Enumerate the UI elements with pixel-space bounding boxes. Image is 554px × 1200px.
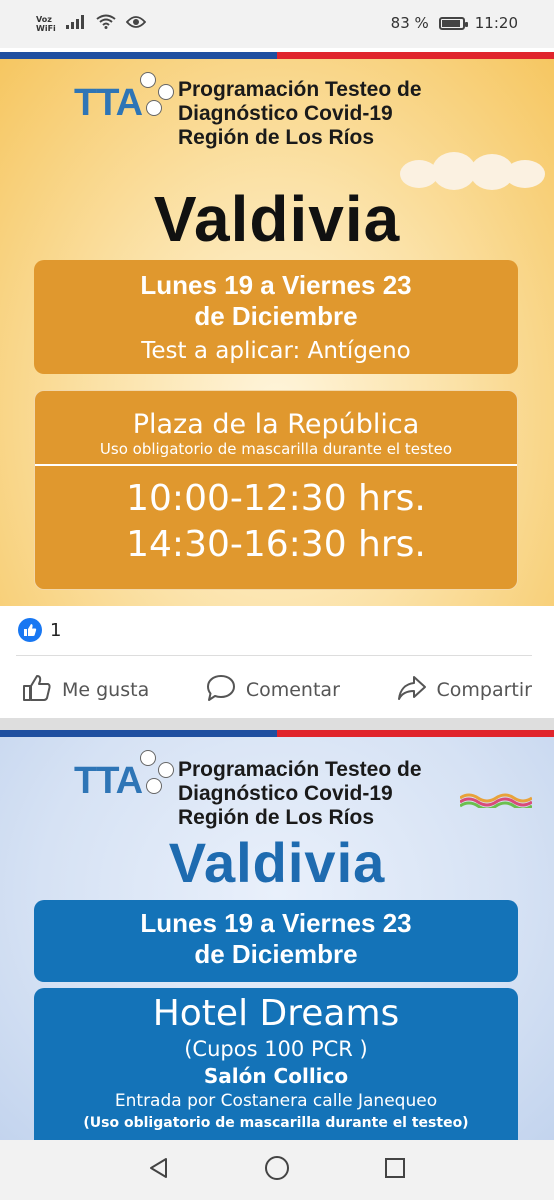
dates-line2: de Diciembre (194, 301, 358, 331)
comment-icon (206, 674, 236, 707)
hours-line1: 10:00-12:30 hrs. (126, 478, 426, 519)
recents-icon[interactable] (383, 1156, 407, 1184)
poster-header: Programación Testeo de Diagnóstico Covid… (178, 758, 422, 830)
header-line1: Programación Testeo de (178, 758, 422, 781)
home-icon[interactable] (264, 1155, 290, 1185)
dates-box: Lunes 19 a Viernes 23 de Diciembre Test … (34, 260, 518, 374)
comment-button-label: Comentar (245, 679, 340, 701)
battery-percent: 83 % (390, 14, 429, 32)
carrier-line2: WiFi (36, 23, 56, 33)
capacity: (Cupos 100 PCR ) (184, 1037, 368, 1061)
location-box: Hotel Dreams (Cupos 100 PCR ) Salón Coll… (34, 988, 518, 1140)
like-reaction-icon (18, 618, 42, 642)
feed-separator (0, 718, 554, 730)
dates-line1: Lunes 19 a Viernes 23 (140, 908, 412, 938)
status-bar: Voz WiFi 83 % 11:20 (0, 0, 554, 48)
header-line1: Programación Testeo de (178, 78, 422, 101)
city-title: Valdivia (153, 183, 401, 255)
share-icon (397, 674, 427, 707)
eye-comfort-icon (125, 14, 146, 33)
tta-logo-text: TTA (74, 82, 143, 124)
header-line2: Diagnóstico Covid-19 (178, 102, 393, 125)
city-title: Valdivia (168, 831, 386, 894)
flag-bar (0, 730, 554, 737)
share-button[interactable]: Compartir (397, 674, 532, 707)
mask-note: Uso obligatorio de mascarilla durante el… (99, 440, 453, 458)
logo-network-icon (140, 72, 180, 122)
like-count: 1 (50, 619, 62, 641)
header-line2: Diagnóstico Covid-19 (178, 782, 393, 805)
like-button-label: Me gusta (62, 679, 150, 701)
header-line3: Región de Los Ríos (178, 126, 375, 149)
hours-line2: 14:30-16:30 hrs. (126, 524, 426, 565)
poster-header: Programación Testeo de Diagnóstico Covid… (178, 78, 422, 150)
battery-icon (438, 16, 468, 30)
back-icon[interactable] (147, 1156, 171, 1184)
location-box: Plaza de la República Uso obligatorio de… (34, 390, 518, 590)
carrier-line1: Voz (36, 14, 52, 24)
action-divider (16, 655, 532, 656)
dates-line2: de Diciembre (194, 939, 358, 969)
comment-button[interactable]: Comentar (206, 674, 340, 707)
entrance-note: Entrada por Costanera calle Janequeo (114, 1091, 438, 1111)
tta-logo: TTA (74, 750, 180, 800)
hours: 10:00-12:30 hrs. 14:30-16:30 hrs. (35, 466, 517, 568)
signal-icon (65, 14, 86, 33)
post-image-2[interactable]: TTA Programación Testeo de Diagnóstico C… (0, 730, 554, 1140)
like-button[interactable]: Me gusta (22, 674, 149, 707)
dates-box: Lunes 19 a Viernes 23 de Diciembre (34, 900, 518, 982)
wifi-icon (96, 14, 116, 33)
thumbs-up-icon (22, 674, 52, 707)
mask-note: (Uso obligatorio de mascarilla durante e… (83, 1115, 469, 1131)
system-nav-bar (0, 1140, 554, 1200)
post-image-1[interactable]: TTA Programación Testeo de Diagnóstico C… (0, 52, 554, 606)
post-actions: Me gusta Comentar Compartir (0, 668, 554, 712)
place-name: Hotel Dreams (152, 993, 400, 1034)
reaction-summary[interactable]: 1 (18, 618, 61, 642)
status-right: 83 % 11:20 (391, 14, 518, 32)
tta-logo-text: TTA (74, 760, 143, 802)
header-line3: Región de Los Ríos (178, 806, 375, 829)
flag-bar (0, 52, 554, 59)
tta-logo: TTA (74, 72, 180, 122)
status-left: Voz WiFi (36, 14, 146, 33)
wave-decoration-icon (459, 790, 533, 812)
logo-network-icon (140, 750, 180, 800)
voz-wifi-label: Voz WiFi (36, 15, 56, 33)
share-button-label: Compartir (436, 679, 532, 701)
room-name: Salón Collico (203, 1064, 349, 1088)
test-type: Test a aplicar: Antígeno (141, 338, 411, 364)
place-name: Plaza de la República (132, 409, 420, 440)
dates-line1: Lunes 19 a Viernes 23 (140, 270, 412, 300)
clock: 11:20 (474, 14, 518, 32)
